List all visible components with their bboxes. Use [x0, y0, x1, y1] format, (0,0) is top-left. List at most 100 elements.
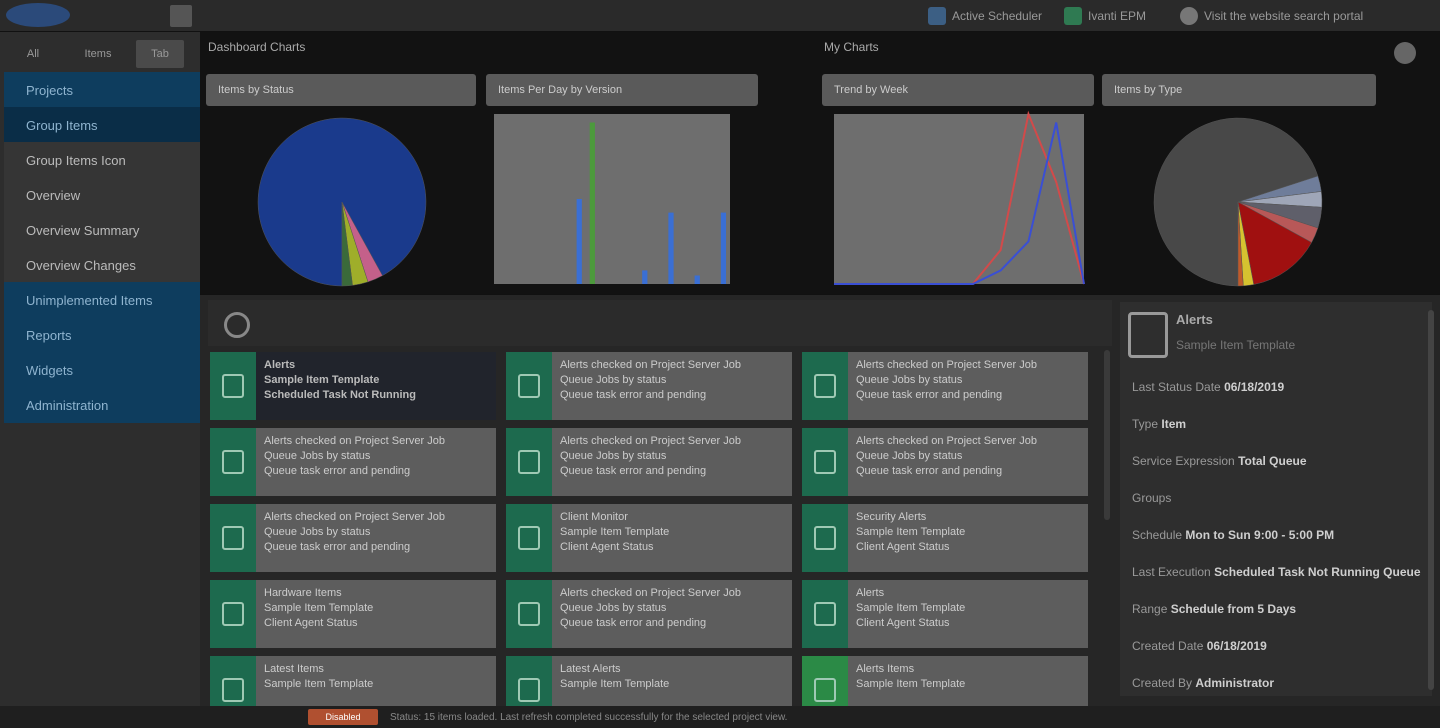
bar[interactable]: [720, 212, 727, 284]
card-body: Alerts Sample Item Template Scheduled Task…: [256, 352, 496, 420]
card-line: Queue Jobs by status: [560, 374, 667, 386]
plot-area: [494, 114, 730, 284]
card-line: Queue task error and pending: [856, 465, 1003, 477]
bar[interactable]: [668, 212, 674, 284]
item-card[interactable]: Client Monitor Sample Item Template Client…: [506, 504, 792, 572]
card-line: Alerts Items: [856, 663, 915, 675]
card-line: Queue task error and pending: [560, 389, 707, 401]
pie-chart-status: [257, 117, 427, 287]
details-scrollbar[interactable]: [1428, 310, 1434, 690]
card-line: Sample Item Template: [560, 678, 670, 690]
topbar-link-portal[interactable]: Visit the website search portal: [1180, 6, 1363, 26]
item-card[interactable]: Alerts checked on Project Server Job Queu…: [802, 352, 1088, 420]
detail-property: Type Item: [1132, 417, 1186, 431]
card-line: Queue task error and pending: [264, 541, 411, 553]
item-card[interactable]: Alerts checked on Project Server Job Queu…: [210, 504, 496, 572]
sidebar-item[interactable]: Unimplemented Items: [4, 282, 200, 318]
tab-selected[interactable]: Tab: [136, 40, 184, 68]
history-icon[interactable]: [224, 312, 250, 338]
card-line: Sample Item Template: [856, 526, 966, 538]
detail-property: Schedule Mon to Sun 9:00 - 5:00 PM: [1132, 528, 1334, 542]
sidebar-item[interactable]: Administration: [4, 387, 200, 423]
app-logo[interactable]: [6, 3, 70, 27]
card-line: Queue Jobs by status: [856, 450, 963, 462]
chart-header[interactable]: Trend by Week: [822, 74, 1094, 106]
item-card[interactable]: Alerts checked on Project Server Job Queu…: [506, 580, 792, 648]
menu-icon[interactable]: [170, 5, 192, 27]
card-line: Alerts: [264, 359, 296, 371]
sidebar-item[interactable]: Overview Summary: [4, 212, 200, 248]
item-card[interactable]: Security Alerts Sample Item Template Clien…: [802, 504, 1088, 572]
chart-header[interactable]: Items Per Day by Version: [486, 74, 758, 106]
property-label: Groups: [1132, 491, 1172, 505]
card-line: Alerts checked on Project Server Job: [560, 587, 741, 599]
card-line: Queue Jobs by status: [264, 526, 371, 538]
topbar-link-epm[interactable]: Ivanti EPM: [1064, 6, 1146, 26]
card-body: Alerts checked on Project Server Job Queu…: [552, 428, 792, 496]
item-icon: [802, 428, 848, 496]
status-bar: Status: 15 items loaded. Last refresh co…: [0, 706, 1440, 728]
detail-property: Created Date 06/18/2019: [1132, 639, 1267, 653]
sidebar-item[interactable]: Overview Changes: [4, 247, 200, 283]
item-card[interactable]: Alerts checked on Project Server Job Queu…: [506, 428, 792, 496]
bar[interactable]: [694, 275, 700, 285]
property-label: Service Expression: [1132, 454, 1235, 468]
card-line: Queue task error and pending: [264, 465, 411, 477]
bar[interactable]: [642, 270, 648, 284]
chart-header[interactable]: Items by Type: [1102, 74, 1376, 106]
property-label: Type: [1132, 417, 1159, 431]
card-line: Queue Jobs by status: [560, 450, 667, 462]
bar[interactable]: [589, 122, 595, 285]
property-label: Created By: [1132, 676, 1193, 690]
status-badge: Disabled: [308, 709, 378, 725]
bar[interactable]: [576, 199, 582, 284]
chart-header[interactable]: Items by Status: [206, 74, 476, 106]
topbar-link-label: Active Scheduler: [952, 9, 1043, 23]
topbar-link-label: Visit the website search portal: [1204, 9, 1364, 23]
tab-items[interactable]: Items: [72, 40, 124, 68]
card-line: Hardware Items: [264, 587, 342, 599]
detail-property: Groups: [1132, 491, 1171, 505]
card-line: Client Agent Status: [264, 617, 358, 629]
status-text: Status: 15 items loaded. Last refresh co…: [390, 711, 788, 723]
grid-toolbar: [208, 300, 1112, 346]
gear-icon[interactable]: [1394, 42, 1416, 64]
sidebar-item[interactable]: Widgets: [4, 352, 200, 388]
card-body: Alerts checked on Project Server Job Queu…: [552, 580, 792, 648]
my-charts-title: My Charts: [824, 40, 879, 54]
user-icon: [1180, 7, 1198, 25]
card-line: Scheduled Task Not Running: [264, 389, 416, 401]
property-value: Item: [1161, 417, 1187, 431]
item-card[interactable]: Alerts Sample Item Template Scheduled Task…: [210, 352, 496, 420]
sidebar-item[interactable]: Group Items Icon: [4, 142, 200, 178]
sidebar-item[interactable]: Overview: [4, 177, 200, 213]
property-value: 06/18/2019: [1206, 639, 1267, 653]
sidebar-item[interactable]: Reports: [4, 317, 200, 353]
item-icon: [210, 428, 256, 496]
item-icon: [802, 580, 848, 648]
tab-all[interactable]: All: [10, 40, 56, 68]
topbar-link-scheduler[interactable]: Active Scheduler: [928, 6, 1042, 26]
card-body: Alerts checked on Project Server Job Queu…: [848, 428, 1088, 496]
card-line: Latest Items: [264, 663, 324, 675]
property-value: 06/18/2019: [1224, 380, 1285, 394]
item-card[interactable]: Alerts checked on Project Server Job Queu…: [210, 428, 496, 496]
item-icon: [506, 504, 552, 572]
item-card[interactable]: Alerts checked on Project Server Job Queu…: [506, 352, 792, 420]
calendar-icon: [928, 7, 946, 25]
dashboard-charts-title: Dashboard Charts: [208, 40, 306, 54]
item-card[interactable]: Alerts checked on Project Server Job Queu…: [802, 428, 1088, 496]
property-label: Created Date: [1132, 639, 1204, 653]
detail-property: Service Expression Total Queue: [1132, 454, 1307, 468]
item-card[interactable]: Alerts Sample Item Template Client Agent S…: [802, 580, 1088, 648]
item-card[interactable]: Hardware Items Sample Item Template Client…: [210, 580, 496, 648]
sidebar-item[interactable]: Group Items: [4, 107, 200, 143]
item-icon: [1128, 312, 1168, 358]
item-icon: [802, 504, 848, 572]
grid-scrollbar[interactable]: [1104, 350, 1110, 520]
card-line: Queue Jobs by status: [856, 374, 963, 386]
property-label: Last Status Date: [1132, 380, 1221, 394]
card-line: Client Monitor: [560, 511, 628, 523]
property-value: Total Queue: [1238, 454, 1307, 468]
sidebar-item[interactable]: Projects: [4, 72, 200, 108]
